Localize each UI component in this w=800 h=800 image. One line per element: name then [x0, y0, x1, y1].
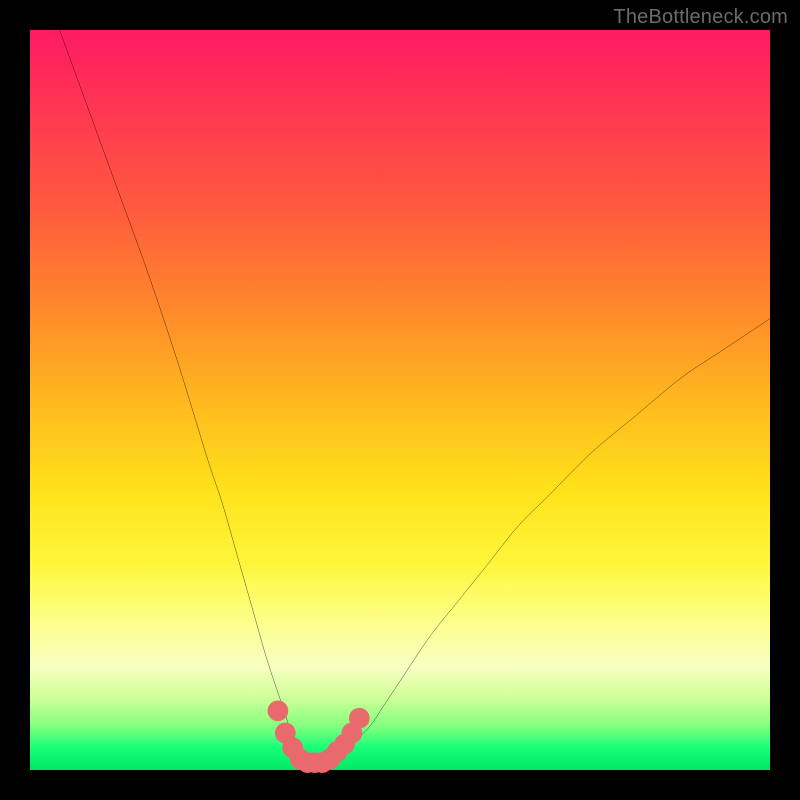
chart-svg — [30, 30, 770, 770]
trough-marker-group — [268, 700, 370, 773]
trough-marker — [268, 700, 289, 721]
chart-plot-area — [30, 30, 770, 770]
trough-marker — [349, 708, 370, 729]
bottleneck-curve — [60, 30, 770, 763]
watermark-text: TheBottleneck.com — [613, 6, 788, 29]
chart-stage: TheBottleneck.com — [0, 0, 800, 800]
